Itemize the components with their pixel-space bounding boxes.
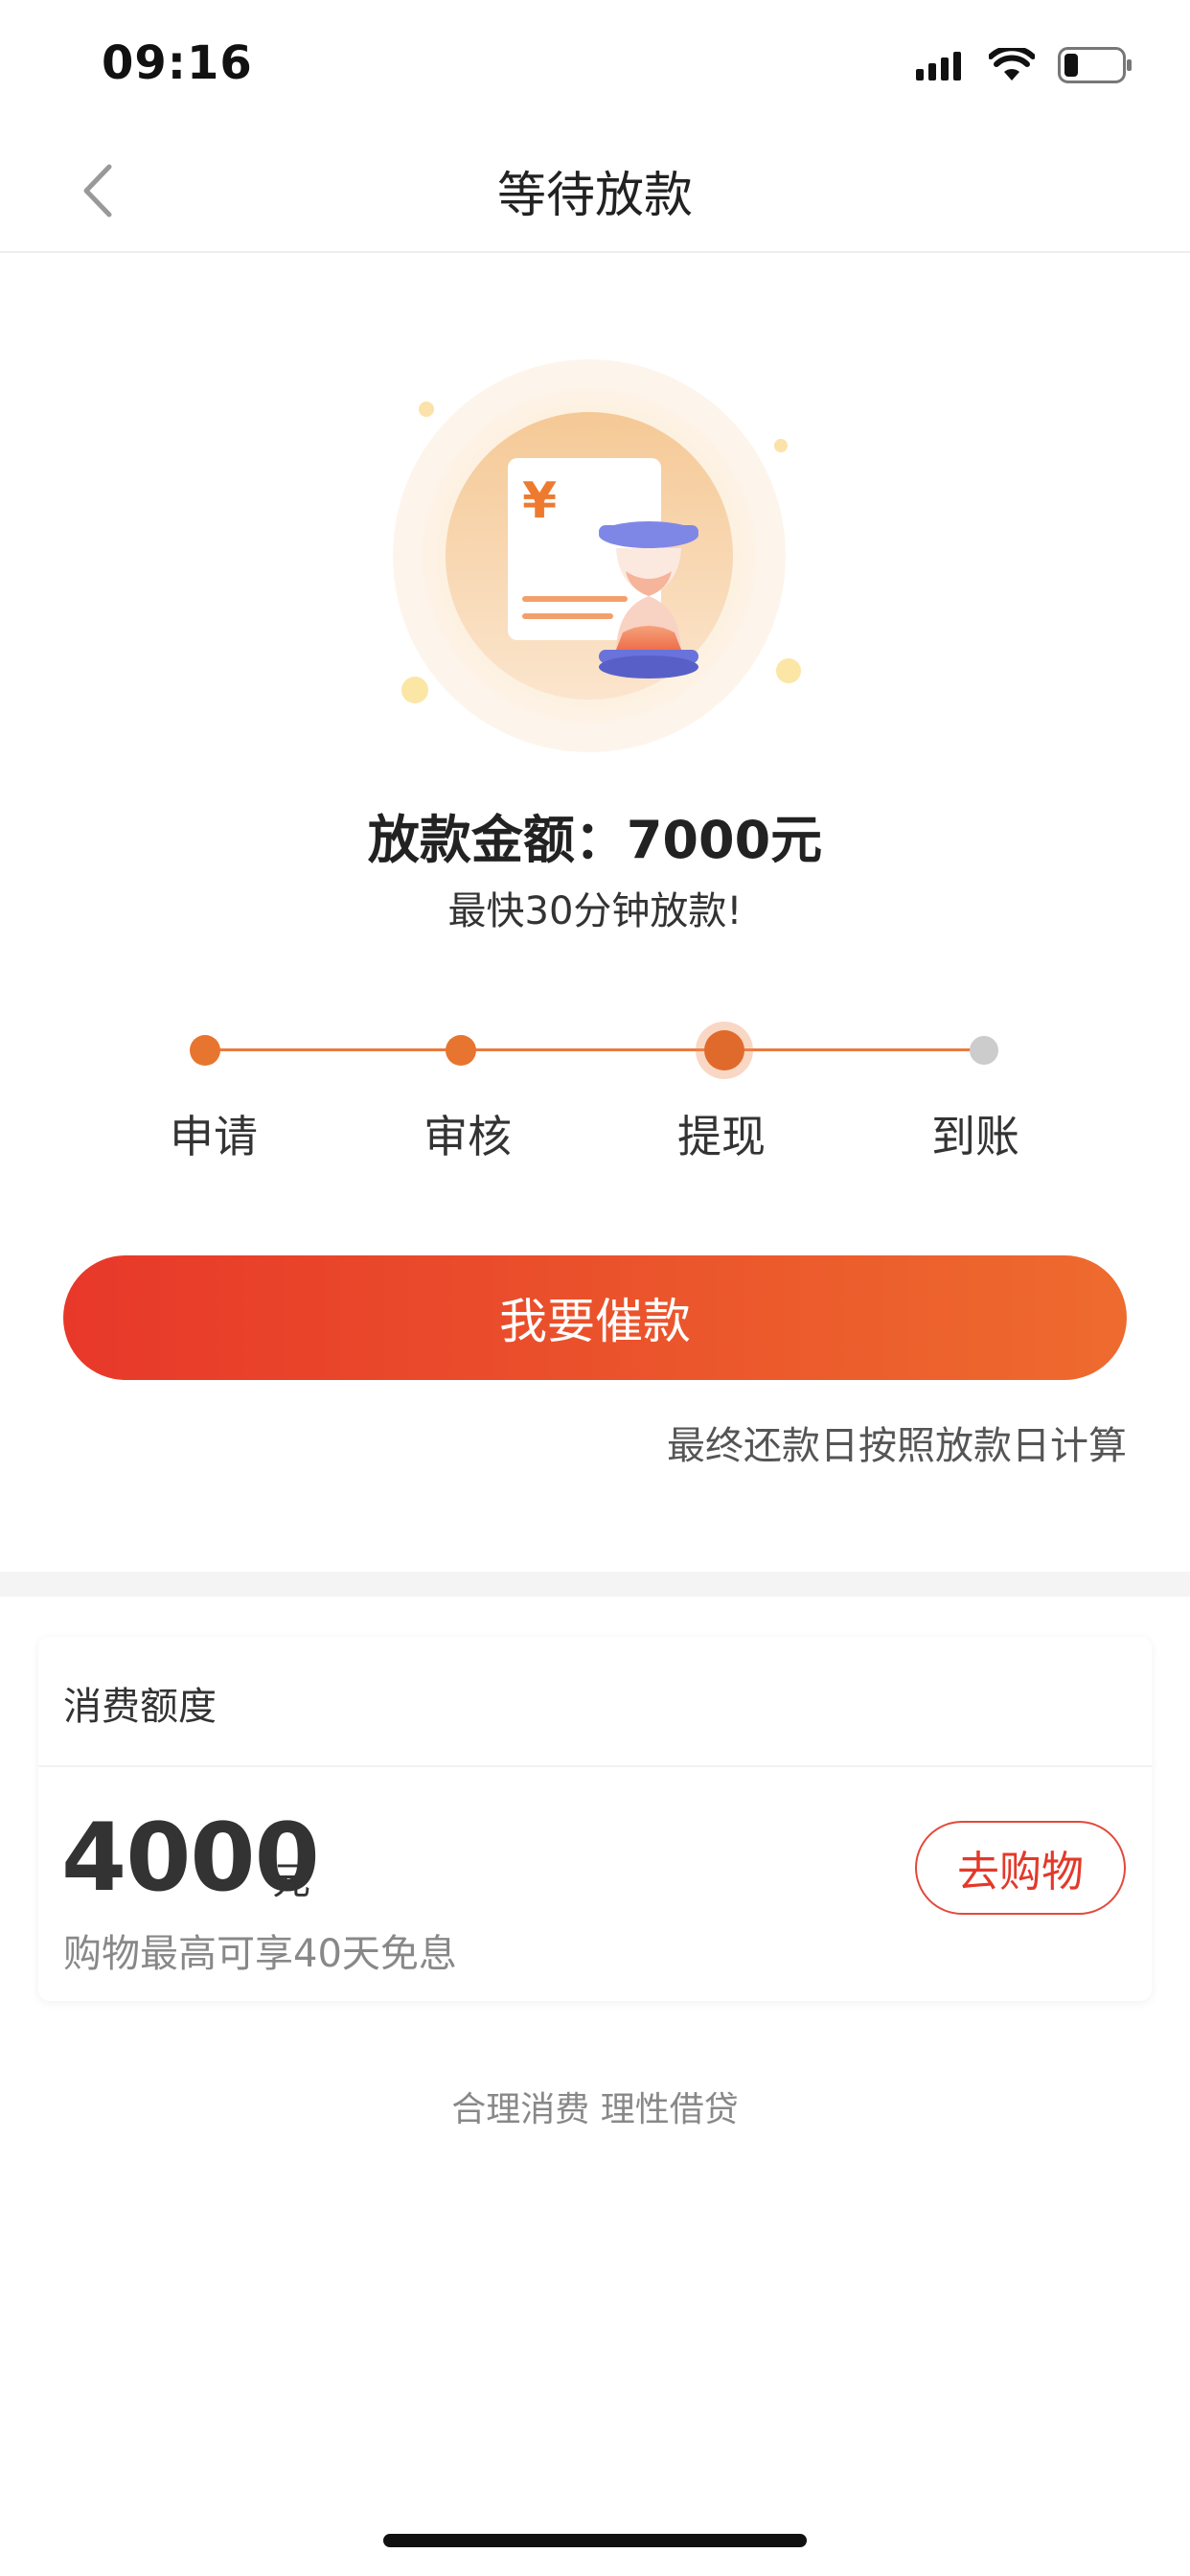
- status-time: 09:16: [102, 36, 253, 90]
- step-label-review: 审核: [423, 1111, 512, 1162]
- loan-amount: 放款金额：7000元: [367, 810, 823, 870]
- go-shopping-button[interactable]: 去购物: [915, 1821, 1126, 1915]
- loan-subtitle: 最快30分钟放款!: [447, 889, 743, 933]
- credit-title: 消费额度: [63, 1685, 217, 1729]
- step-label-apply: 申请: [170, 1111, 258, 1162]
- step-dot-apply: [190, 1035, 220, 1066]
- status-icons: [916, 46, 1133, 84]
- step-pending-line: [722, 1048, 983, 1051]
- footer-slogan: 合理消费 理性借贷: [451, 2090, 739, 2129]
- section-divider: [0, 1572, 1190, 1597]
- wifi-icon: [989, 48, 1035, 80]
- nav-divider: [0, 251, 1190, 253]
- step-label-arrival: 到账: [931, 1111, 1019, 1162]
- urge-loan-button[interactable]: 我要催款: [63, 1255, 1127, 1380]
- credit-unit: 元: [272, 1859, 310, 1903]
- home-indicator: [383, 2534, 807, 2547]
- signal-icon: [916, 52, 961, 80]
- svg-text:¥: ¥: [522, 472, 557, 530]
- step-dot-arrival: [970, 1036, 998, 1065]
- card-divider: [38, 1765, 1152, 1767]
- step-dot-review: [446, 1035, 476, 1066]
- credit-description: 购物最高可享40天免息: [63, 1932, 457, 1976]
- step-dot-withdraw: [704, 1030, 744, 1070]
- battery-icon: [1058, 47, 1132, 83]
- repayment-note: 最终还款日按照放款日计算: [667, 1424, 1127, 1468]
- hourglass-document-icon: ¥: [378, 345, 819, 767]
- page-title: 等待放款: [496, 168, 693, 224]
- step-label-withdraw: 提现: [677, 1111, 766, 1162]
